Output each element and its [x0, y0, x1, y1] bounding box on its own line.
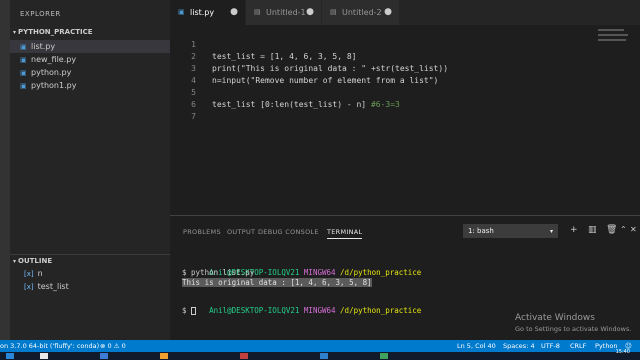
folder-name: PYTHON_PRACTICE: [18, 28, 93, 36]
python-file-icon: ▣: [178, 8, 185, 16]
explorer-title: EXPLORER: [20, 10, 61, 18]
activate-windows-subtitle: Go to Settings to activate Windows.: [515, 325, 632, 333]
windows-start-icon[interactable]: [6, 353, 14, 359]
terminal-select-value: 1: bash: [468, 227, 494, 235]
tab-untitled-2[interactable]: ▤ Untitled-2 ●: [322, 0, 400, 25]
minimap[interactable]: [598, 29, 628, 51]
tab-list-py[interactable]: ▣ list.py ●: [170, 0, 246, 25]
file-item-new-file-py[interactable]: ▣ new_file.py: [10, 53, 170, 66]
terminal-line: This is original data : [1, 4, 6, 3, 5, …: [182, 278, 622, 288]
tab-problems[interactable]: PROBLEMS: [183, 228, 221, 236]
error-icon: ⊗: [100, 342, 106, 350]
encoding[interactable]: UTF-8: [541, 340, 560, 352]
close-panel-icon[interactable]: ✕: [630, 225, 637, 234]
file-item-list-py[interactable]: ▣ list.py: [10, 40, 170, 53]
chevron-down-icon: ▾: [13, 29, 17, 36]
tab-untitled-1[interactable]: ▤ Untitled-1 ●: [246, 0, 322, 25]
terminal-cursor: [191, 307, 197, 315]
terminal-line: Anil@DESKTOP-IOLQV21 MINGW64 /d/python_p…: [182, 258, 622, 277]
python-file-icon: ▣: [20, 82, 27, 90]
outline-item-n[interactable]: [x] n: [24, 268, 43, 280]
outline-title: OUTLINE: [18, 257, 53, 265]
problems-indicator[interactable]: ⊗ 0 ⚠ 0: [100, 340, 126, 352]
terminal-line: Anil@DESKTOP-IOLQV21 MINGW64 /d/python_p…: [182, 296, 622, 315]
warning-count: 0: [121, 342, 126, 350]
taskbar-clock[interactable]: 15:40: [616, 349, 630, 355]
line-number: 7: [191, 112, 196, 121]
activate-windows-title: Activate Windows: [515, 313, 595, 323]
kill-terminal-icon[interactable]: 🗑: [606, 225, 617, 235]
activity-bar: [0, 0, 10, 340]
code-line[interactable]: 5 test_list [0:len(test_list) - n] #6-3=…: [170, 75, 640, 109]
terminal-prompt: $: [182, 306, 192, 315]
terminal-output[interactable]: Anil@DESKTOP-IOLQV21 MINGW64 /d/python_p…: [182, 258, 622, 316]
file-icon: ▤: [254, 8, 261, 16]
taskbar-app-icon[interactable]: [40, 353, 48, 359]
tab-debug-console[interactable]: DEBUG CONSOLE: [258, 228, 319, 236]
line-ending[interactable]: CRLF: [570, 340, 586, 352]
terminal-select[interactable]: 1: bash ▾: [463, 224, 558, 238]
taskbar-app-icon[interactable]: [320, 353, 328, 359]
folder-header[interactable]: ▾ PYTHON_PRACTICE: [10, 26, 170, 38]
tab-label: Untitled-1: [266, 8, 306, 17]
status-bar: on 3.7.0 64-bit ('fluffy': conda) ⊗ 0 ⚠ …: [0, 340, 640, 352]
variable-icon: [x]: [24, 270, 34, 278]
cursor-position[interactable]: Ln 5, Col 40: [457, 340, 496, 352]
code-line[interactable]: 1 test_list = [1, 4, 6, 3, 5, 8]: [170, 27, 640, 61]
outline-header[interactable]: ▾ OUTLINE: [10, 254, 170, 267]
file-item-python1-py[interactable]: ▣ python1.py: [10, 79, 170, 92]
tab-label: Untitled-2: [342, 8, 382, 17]
file-item-python-py[interactable]: ▣ python.py: [10, 66, 170, 79]
file-label: list.py: [31, 42, 56, 51]
code-line[interactable]: 6: [170, 87, 640, 109]
unsaved-dot-icon[interactable]: ●: [306, 0, 314, 25]
unsaved-dot-icon[interactable]: ●: [384, 0, 392, 25]
file-label: python.py: [31, 68, 72, 77]
language-mode[interactable]: Python: [595, 340, 618, 352]
chevron-down-icon: ▾: [13, 258, 17, 265]
code-editor[interactable]: 1 test_list = [1, 4, 6, 3, 5, 8] 2 print…: [170, 25, 640, 215]
taskbar-app-icon[interactable]: [160, 353, 168, 359]
unsaved-dot-icon[interactable]: ●: [230, 0, 238, 25]
taskbar-app-icon[interactable]: [100, 353, 108, 359]
outline-item-test-list[interactable]: [x] test_list: [24, 281, 69, 293]
tab-label: list.py: [190, 8, 215, 17]
tab-output[interactable]: OUTPUT: [227, 228, 255, 236]
tab-terminal[interactable]: TERMINAL: [327, 228, 363, 239]
outline-label: test_list: [37, 282, 69, 291]
split-terminal-icon[interactable]: ▥: [588, 225, 597, 235]
file-label: python1.py: [31, 81, 77, 90]
taskbar-app-icon[interactable]: [380, 353, 388, 359]
python-interpreter[interactable]: on 3.7.0 64-bit ('fluffy': conda): [0, 340, 99, 352]
variable-icon: [x]: [24, 283, 34, 291]
indentation[interactable]: Spaces: 4: [503, 340, 535, 352]
sidebar: EXPLORER ▾ PYTHON_PRACTICE ▣ list.py ▣ new_…: [10, 0, 170, 340]
maximize-panel-icon[interactable]: ⌃: [620, 225, 627, 234]
outline-label: n: [37, 269, 43, 278]
windows-taskbar: 15:40: [0, 349, 640, 360]
taskbar-app-icon[interactable]: [240, 353, 248, 359]
tab-bar: ▣ list.py ● ▤ Untitled-1 ● ▤ Untitled-2 …: [170, 0, 640, 25]
warning-icon: ⚠: [113, 342, 120, 350]
terminal-selected-output: This is original data : [1, 4, 6, 3, 5, …: [182, 278, 372, 287]
file-icon: ▤: [330, 8, 337, 16]
error-count: 0: [107, 342, 112, 350]
code-line[interactable]: 2 print("This is original data : " +str(…: [170, 39, 640, 73]
code-line[interactable]: 4: [170, 63, 640, 85]
file-label: new_file.py: [31, 55, 77, 64]
new-terminal-icon[interactable]: +: [570, 225, 578, 235]
terminal-line: $ python list.py: [182, 268, 255, 277]
chevron-down-icon: ▾: [549, 228, 553, 235]
code-line[interactable]: 3 n=input("Remove number of element from…: [170, 51, 640, 85]
code-line[interactable]: 7: [170, 99, 640, 121]
